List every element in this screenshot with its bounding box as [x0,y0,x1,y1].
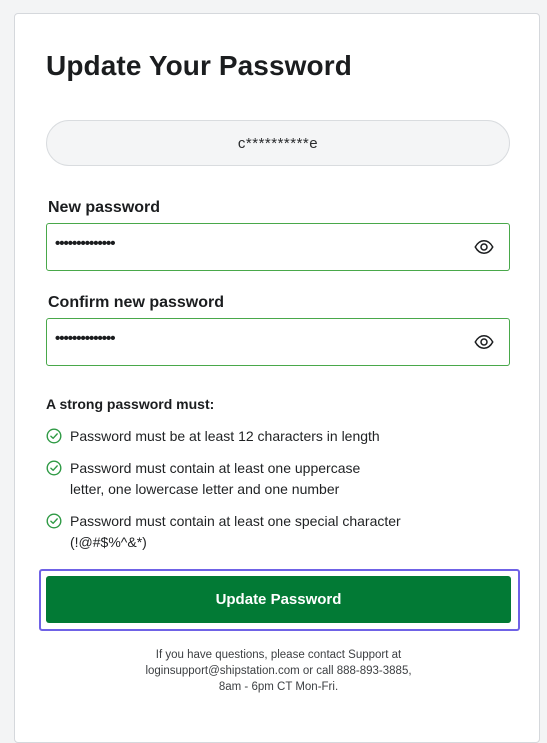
footer-line: If you have questions, please contact Su… [155,649,402,661]
username-display: c**********e [46,120,510,166]
new-password-label: New password [48,199,161,216]
confirm-password-field[interactable]: •••••••••••••• [46,318,510,366]
confirm-password-value: •••••••••••••• [55,330,116,347]
requirement-item: Password must contain at least one speci… [46,511,416,553]
eye-icon[interactable] [473,332,495,352]
footer-contact-line[interactable]: loginsupport@shipstation.com or call 888… [46,663,511,679]
check-circle-icon [46,460,62,476]
support-footer: If you have questions, please contact Su… [46,647,511,695]
new-password-field[interactable]: •••••••••••••• [46,223,510,271]
page-title: Update Your Password [46,50,352,81]
confirm-password-label: Confirm new password [48,294,225,311]
requirement-item: Password must be at least 12 characters … [46,426,446,447]
username-masked: c**********e [237,134,319,152]
footer-hours-line: 8am - 6pm CT Mon-Fri. [218,681,339,693]
password-card: Update Your Password c**********e New pa… [14,13,540,743]
requirements-heading: A strong password must: [46,396,215,412]
requirement-text: Password must be at least 12 characters … [70,428,380,444]
requirement-text: Password must contain at least one upper… [70,460,361,497]
new-password-value: •••••••••••••• [55,235,116,252]
requirement-item: Password must contain at least one upper… [46,458,398,500]
check-circle-icon [46,428,62,444]
check-circle-icon [46,513,62,529]
eye-icon[interactable] [473,237,495,257]
requirement-text: Password must contain at least one speci… [70,513,401,550]
update-password-button[interactable]: Update Password [46,576,511,623]
